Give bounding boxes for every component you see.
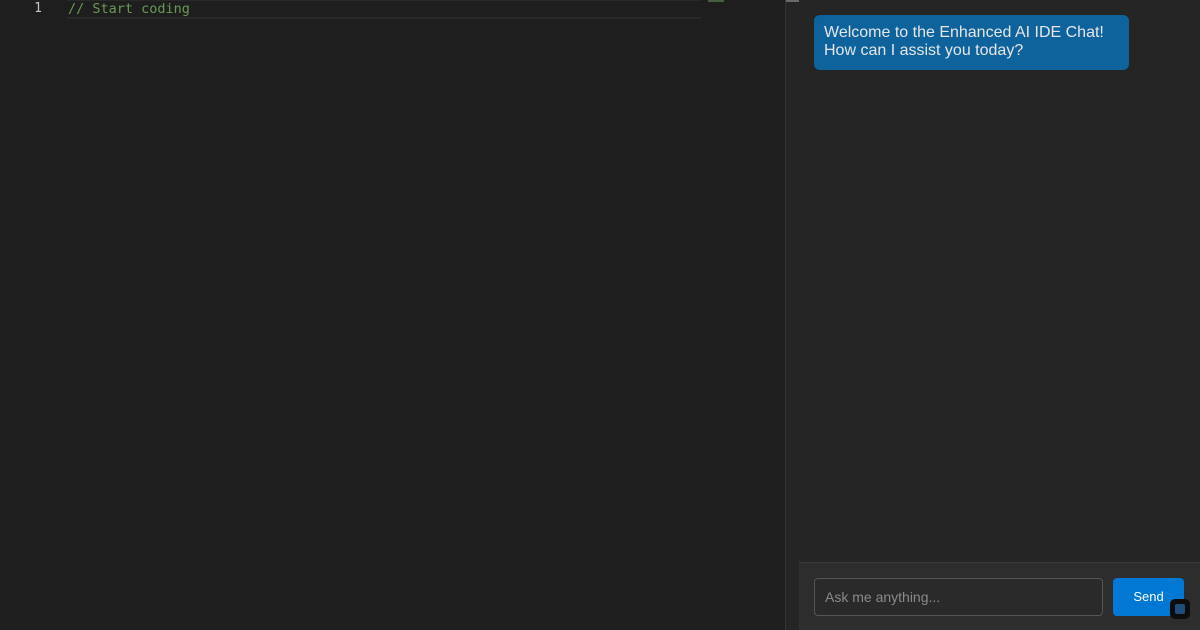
code-editor[interactable]: 1 // Start coding	[0, 0, 785, 630]
scrollbar-thumb[interactable]	[786, 0, 799, 2]
widget-square-icon	[1175, 604, 1185, 614]
line-gutter: 1	[0, 0, 60, 630]
code-area[interactable]: // Start coding	[67, 0, 701, 630]
chat-messages: Welcome to the Enhanced AI IDE Chat! How…	[799, 0, 1200, 562]
minimap[interactable]	[705, 0, 771, 630]
chat-panel: Welcome to the Enhanced AI IDE Chat! How…	[799, 0, 1200, 630]
ide-app: 1 // Start coding Welcome to the Enhance…	[0, 0, 1200, 630]
editor-vertical-scrollbar[interactable]	[771, 0, 785, 630]
chat-input[interactable]	[814, 577, 1103, 616]
panel-splitter[interactable]	[785, 0, 799, 630]
chat-input-bar: Send	[799, 562, 1200, 630]
line-number: 1	[34, 1, 42, 16]
minimap-line	[708, 0, 724, 2]
assistant-widget-icon[interactable]	[1170, 599, 1190, 619]
assistant-message: Welcome to the Enhanced AI IDE Chat! How…	[814, 15, 1129, 70]
code-line[interactable]: // Start coding	[68, 0, 190, 18]
